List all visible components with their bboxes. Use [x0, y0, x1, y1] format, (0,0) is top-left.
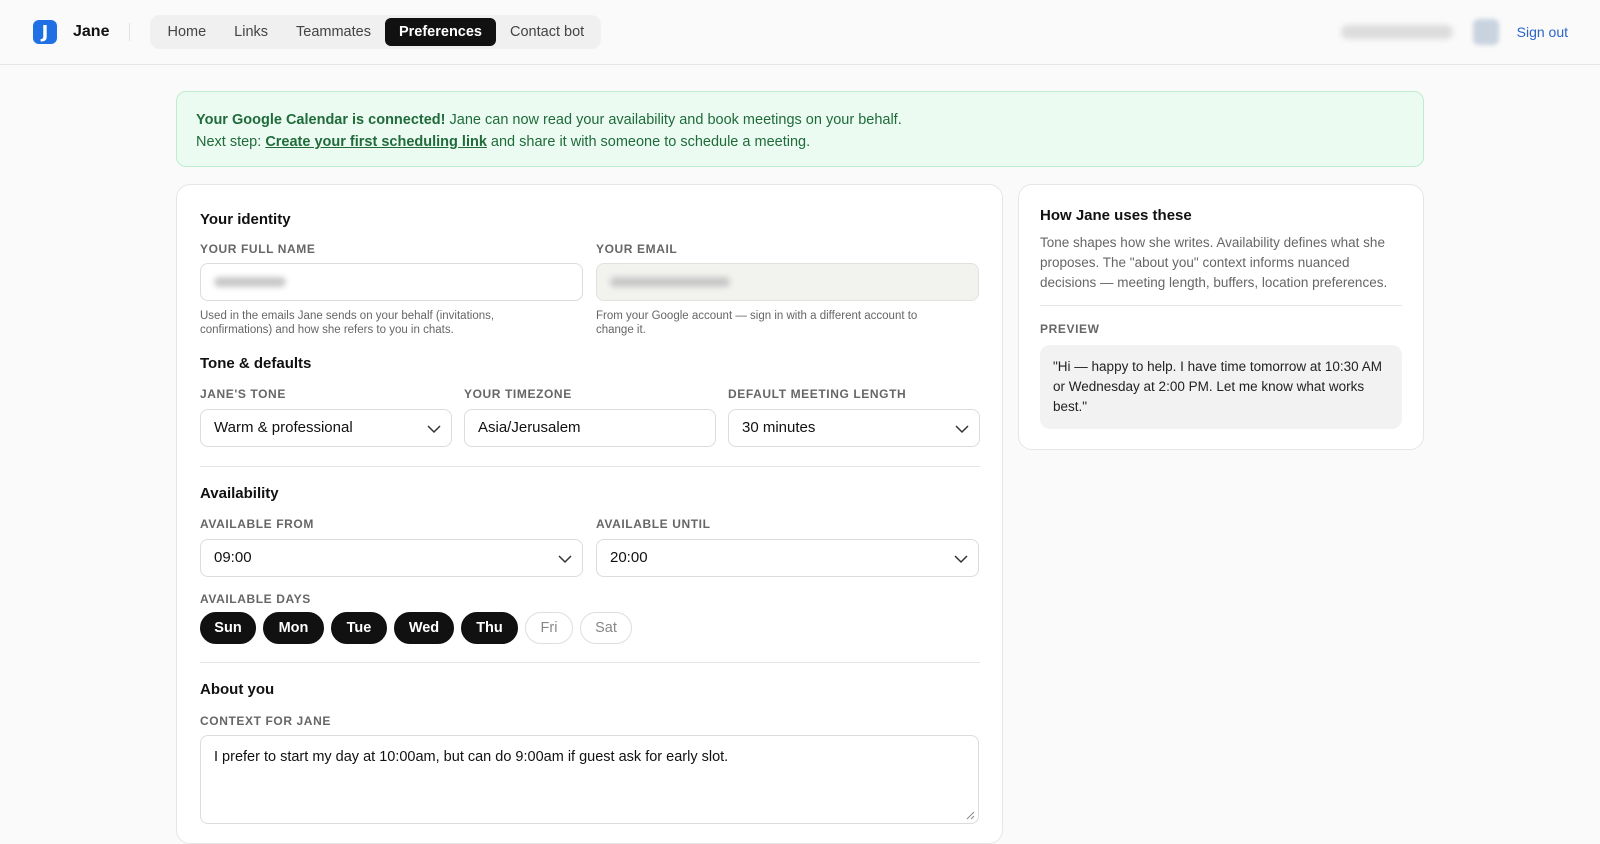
email-help: From your Google account — sign in with …: [596, 310, 918, 336]
app-logo-icon[interactable]: J: [33, 20, 57, 44]
top-bar: J Jane Home Links Teammates Preferences …: [0, 0, 1600, 65]
banner-next-prefix: Next step:: [196, 134, 266, 150]
day-toggle-thu[interactable]: Thu: [461, 612, 518, 644]
email-input: [596, 263, 979, 301]
available-until-value: 20:00: [610, 549, 648, 566]
nav-contact-bot[interactable]: Contact bot: [496, 18, 598, 46]
available-from-value: 09:00: [214, 549, 252, 566]
meeting-length-value: 30 minutes: [742, 419, 816, 436]
create-scheduling-link[interactable]: Create your first scheduling link: [265, 134, 487, 150]
available-from-label: AVAILABLE FROM: [200, 517, 314, 531]
user-email-redacted: [1340, 25, 1453, 39]
sign-out-link[interactable]: Sign out: [1517, 24, 1568, 40]
banner-headline: Your Google Calendar is connected!: [196, 112, 446, 128]
section-title-tone: Tone & defaults: [200, 355, 312, 372]
full-name-help: Used in the emails Jane sends on your be…: [200, 310, 495, 336]
side-divider: [1040, 305, 1402, 306]
email-label: YOUR EMAIL: [596, 242, 678, 256]
calendar-connected-banner: Your Google Calendar is connected! Jane …: [176, 91, 1424, 167]
section-divider: [200, 466, 980, 467]
preview-label: PREVIEW: [1040, 322, 1100, 336]
section-title-identity: Your identity: [200, 211, 291, 228]
timezone-input[interactable]: Asia/Jerusalem: [464, 409, 716, 447]
tone-value: Warm & professional: [214, 419, 353, 436]
full-name-input[interactable]: [200, 263, 583, 301]
available-until-label: AVAILABLE UNTIL: [596, 517, 711, 531]
day-toggle-sat[interactable]: Sat: [580, 612, 632, 644]
meeting-length-label: DEFAULT MEETING LENGTH: [728, 387, 907, 401]
tone-label: JANE'S TONE: [200, 387, 286, 401]
side-card-description: Tone shapes how she writes. Availability…: [1040, 235, 1388, 290]
avatar[interactable]: [1472, 19, 1499, 45]
preview-message: "Hi — happy to help. I have time tomorro…: [1040, 345, 1402, 429]
nav-teammates[interactable]: Teammates: [282, 18, 385, 46]
brand-name: Jane: [73, 23, 110, 40]
full-name-label: YOUR FULL NAME: [200, 242, 316, 256]
banner-text: Jane can now read your availability and …: [445, 112, 902, 128]
day-toggle-sun[interactable]: Sun: [200, 612, 256, 644]
chevron-down-icon: [427, 425, 441, 434]
timezone-value: Asia/Jerusalem: [478, 419, 581, 436]
chevron-down-icon: [558, 555, 572, 564]
timezone-label: YOUR TIMEZONE: [464, 387, 572, 401]
nav-home[interactable]: Home: [153, 18, 220, 46]
resize-handle-icon[interactable]: [965, 810, 975, 820]
section-title-availability: Availability: [200, 485, 279, 502]
day-toggle-wed[interactable]: Wed: [394, 612, 454, 644]
brand-divider: [129, 23, 131, 41]
email-redacted: [610, 277, 730, 288]
section-divider: [200, 662, 980, 663]
full-name-redacted: [214, 277, 286, 288]
banner-next-suffix: and share it with someone to schedule a …: [486, 134, 811, 150]
available-from-select[interactable]: 09:00: [200, 539, 583, 577]
chevron-down-icon: [954, 555, 968, 564]
day-toggle-fri[interactable]: Fri: [525, 612, 573, 644]
tone-select[interactable]: Warm & professional: [200, 409, 452, 447]
context-value: I prefer to start my day at 10:00am, but…: [214, 749, 729, 765]
day-toggle-tue[interactable]: Tue: [331, 612, 387, 644]
meeting-length-select[interactable]: 30 minutes: [728, 409, 980, 447]
nav-preferences[interactable]: Preferences: [384, 18, 496, 46]
nav-links[interactable]: Links: [220, 18, 282, 46]
main-nav: Home Links Teammates Preferences Contact…: [150, 15, 602, 49]
side-card-title: How Jane uses these: [1040, 207, 1192, 224]
day-toggle-mon[interactable]: Mon: [263, 612, 324, 644]
context-textarea[interactable]: I prefer to start my day at 10:00am, but…: [200, 735, 979, 824]
how-jane-uses-card: How Jane uses these Tone shapes how she …: [1018, 184, 1424, 450]
chevron-down-icon: [955, 425, 969, 434]
available-until-select[interactable]: 20:00: [596, 539, 979, 577]
available-days-label: AVAILABLE DAYS: [200, 592, 311, 606]
header-user-area: Sign out: [1340, 0, 1568, 64]
section-title-about: About you: [200, 681, 275, 698]
context-label: CONTEXT FOR JANE: [200, 714, 331, 728]
